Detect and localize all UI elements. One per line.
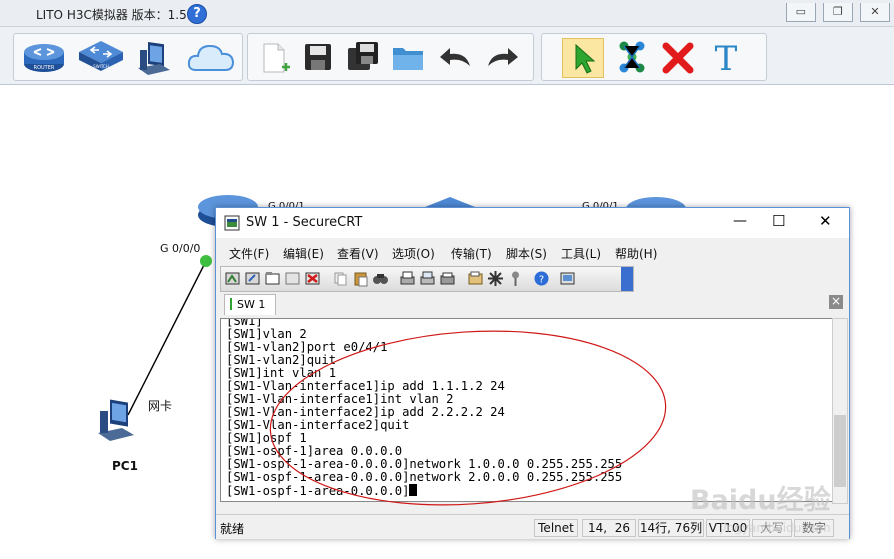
crt-toolbar: ? — [220, 266, 634, 292]
edit-tool-group: T — [541, 33, 767, 81]
session-options-icon[interactable] — [467, 270, 484, 287]
tab-sw1[interactable]: SW 1 — [224, 294, 276, 315]
menu-edit[interactable]: 编辑(E) — [283, 245, 324, 262]
terminal-line: [SW1-ospf-1-area-0.0.0.0]network 2.0.0.0… — [226, 470, 623, 484]
window-controls: ▭ ❐ ✕ — [784, 0, 890, 22]
paste-icon[interactable] — [352, 270, 369, 287]
tab-sw1-label: SW 1 — [237, 298, 266, 311]
app-titlebar: LITO H3C模拟器 版本：1.5.2 ? ▭ ❐ ✕ — [0, 0, 894, 27]
save-icon[interactable] — [300, 38, 340, 76]
switch-label: SWITCH — [93, 64, 109, 69]
help-icon[interactable]: ? — [533, 270, 550, 287]
pc-icon[interactable] — [134, 38, 174, 76]
menu-tools[interactable]: 工具(L) — [561, 245, 601, 262]
close-button[interactable]: ✕ — [860, 3, 890, 22]
minimize-button[interactable]: ▭ — [785, 3, 816, 22]
status-rows-cols: 14行, 76列 — [638, 519, 704, 537]
open-folder-icon[interactable] — [390, 38, 430, 76]
connect-icon[interactable] — [612, 38, 652, 76]
global-options-icon[interactable] — [487, 270, 504, 287]
sftp-icon[interactable] — [559, 270, 576, 287]
tab-connect-icon[interactable] — [264, 270, 281, 287]
file-tool-group — [247, 33, 534, 81]
pc1-label: PC1 — [112, 459, 138, 473]
menu-view[interactable]: 查看(V) — [337, 245, 379, 262]
copy-icon[interactable] — [332, 270, 349, 287]
find-icon[interactable] — [372, 270, 389, 287]
print-selection-icon[interactable] — [419, 270, 436, 287]
terminal-prompt: [SW1-ospf-1-area-0.0.0.0] — [226, 484, 410, 498]
terminal-area[interactable]: [SW1] [SW1]vlan 2 [SW1-vlan2]port e0/4/1… — [220, 318, 833, 502]
device-tool-group: ROUTER SWITCH — [13, 33, 243, 81]
toolbar-overflow-icon[interactable] — [621, 267, 633, 291]
save-as-icon[interactable] — [344, 38, 384, 76]
keymap-icon[interactable] — [507, 270, 524, 287]
terminal-scrollbar[interactable] — [832, 318, 848, 504]
crt-close-button[interactable]: ✕ — [819, 212, 832, 230]
scrollbar-thumb[interactable] — [834, 415, 846, 487]
reconnect-icon[interactable] — [284, 270, 301, 287]
delete-icon[interactable] — [658, 38, 698, 76]
svg-text:?: ? — [539, 275, 544, 286]
printer-setup-icon[interactable] — [439, 270, 456, 287]
status-ready: 就绪 — [220, 522, 245, 536]
session-status-indicator — [230, 298, 232, 310]
text-tool-glyph: T — [715, 39, 738, 76]
switch-icon[interactable]: SWITCH — [76, 38, 123, 76]
baidu-watermark: Baidu经验 — [690, 485, 831, 516]
menu-script[interactable]: 脚本(S) — [506, 245, 547, 262]
crt-minimize-button[interactable]: — — [733, 213, 747, 229]
terminal-prompt-line: [SW1-ospf-1-area-0.0.0.0] — [226, 484, 418, 498]
redo-icon[interactable] — [482, 38, 522, 76]
menu-transfer[interactable]: 传输(T) — [451, 245, 492, 262]
quick-connect-icon[interactable] — [244, 270, 261, 287]
menu-help[interactable]: 帮助(H) — [615, 245, 657, 262]
tab-close-button[interactable]: × — [829, 295, 843, 309]
crt-menubar: 文件(F) 编辑(E) 查看(V) 选项(O) 传输(T) 脚本(S) 工具(L… — [216, 239, 849, 265]
router-label: ROUTER — [34, 65, 55, 71]
maximize-button[interactable]: ❐ — [822, 3, 853, 22]
text-tool-icon[interactable]: T — [706, 38, 746, 79]
securecrt-app-icon — [224, 215, 240, 231]
main-toolbar: ROUTER SWITCH T — [0, 27, 894, 85]
pc1-link-label: 网卡 — [148, 399, 173, 413]
menu-file[interactable]: 文件(F) — [229, 245, 269, 262]
crt-maximize-button[interactable]: ☐ — [772, 212, 785, 230]
session-tab-strip: SW 1 × — [220, 294, 846, 316]
pc1-device-icon — [98, 399, 134, 441]
router-icon[interactable]: ROUTER — [22, 38, 64, 76]
cloud-icon[interactable] — [186, 38, 236, 76]
status-protocol: Telnet — [534, 519, 578, 537]
pc1-router-link — [127, 260, 207, 416]
undo-icon[interactable] — [436, 38, 476, 76]
help-icon[interactable]: ? — [187, 4, 207, 24]
link-status-dot — [200, 255, 212, 267]
terminal-cursor — [409, 484, 418, 496]
disconnect-icon[interactable] — [304, 270, 321, 287]
app-title: LITO H3C模拟器 版本：1.5.2 — [36, 8, 199, 22]
print-icon[interactable] — [399, 270, 416, 287]
select-pointer-icon[interactable] — [562, 38, 604, 78]
new-file-icon[interactable] — [256, 38, 296, 76]
router-port-label: G 0/0/0 — [160, 242, 201, 255]
crt-title: SW 1 - SecureCRT — [246, 215, 363, 230]
status-cursor-position: 14, 26 — [582, 519, 636, 537]
crt-titlebar: SW 1 - SecureCRT — ☐ ✕ — [216, 208, 849, 238]
connect-icon[interactable] — [224, 270, 241, 287]
baidu-watermark-url: jingyan.baidu.com — [720, 521, 831, 535]
menu-options[interactable]: 选项(O) — [392, 245, 435, 262]
